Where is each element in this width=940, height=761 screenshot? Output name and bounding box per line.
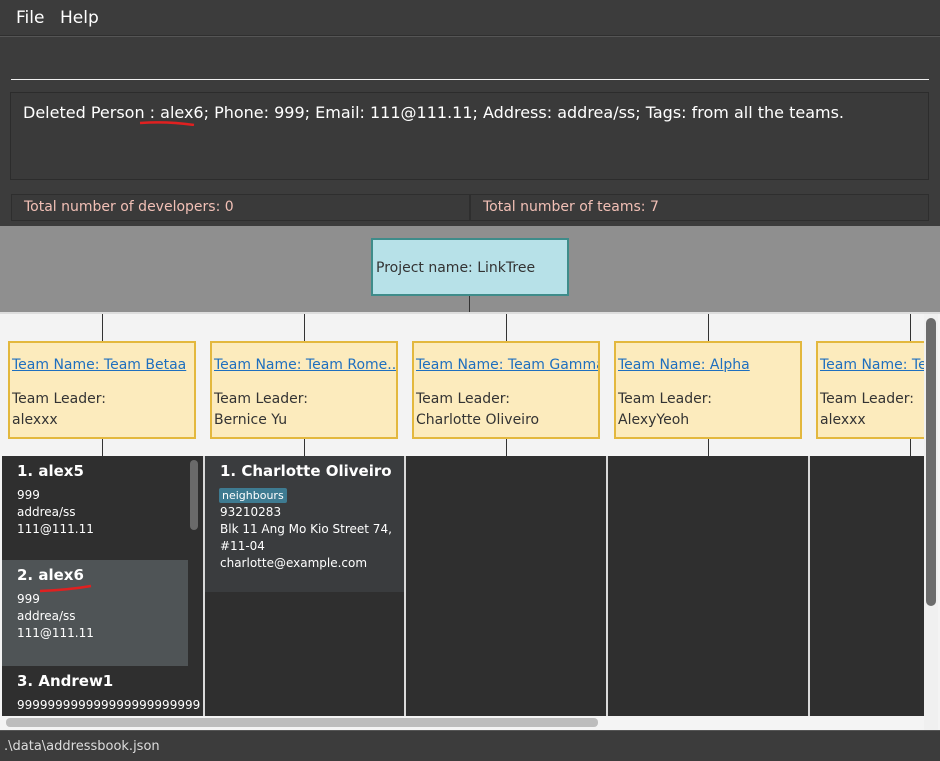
team-name-link[interactable]: Team Name: Alpha [618,357,750,373]
teams-panel: Team Name: Team Betaa Team Leader: alexx… [0,312,940,730]
team-leader: Charlotte Oliveiro [416,412,540,428]
person-name: 2. alex6 [17,566,84,584]
list-item[interactable]: 2. alex6 999 addrea/ss 111@111.11 [2,560,188,666]
developer-count-box: Total number of developers: 0 [11,194,470,221]
team-leader: Bernice Yu [214,412,288,428]
connector-line [910,314,911,341]
annotation-underline [139,121,195,126]
project-name: Project name: LinkTree [376,260,536,276]
result-display: Deleted Person : alex6; Phone: 999; Emai… [10,92,929,180]
team-count-box: Total number of teams: 7 [470,194,929,221]
team-card[interactable]: Team Name: Team Rome... Team Leader: Ber… [210,341,398,439]
person-name: 3. Andrew1 [17,672,114,690]
person-phone: 999999999999999999999999 [17,698,201,712]
list-item[interactable]: 1. Charlotte Oliveiro neighbours 9321028… [205,456,404,592]
member-list-column: 1. Charlotte Oliveiro neighbours 9321028… [205,456,406,716]
team-name-link[interactable]: Team Name: Te [820,357,924,373]
person-name: 1. alex5 [17,462,84,480]
team-leader-label: Team Leader: [12,391,106,407]
person-phone: 999 [17,488,40,502]
member-list-column [608,456,809,716]
team-leader-label: Team Leader: [618,391,712,407]
project-node[interactable]: Project name: LinkTree [371,238,569,296]
team-name-link[interactable]: Team Name: Team Betaa [12,357,186,373]
team-card[interactable]: Team Name: Team Gamma Team Leader: Charl… [412,341,600,439]
connector-line [102,439,103,456]
team-leader: AlexyYeoh [618,412,690,428]
connector-line [304,439,305,456]
team-card[interactable]: Team Name: Alpha Team Leader: AlexyYeoh [614,341,802,439]
team-name-link[interactable]: Team Name: Team Gamma [416,357,598,373]
team-leader-label: Team Leader: [214,391,308,407]
person-email: 111@111.11 [17,522,94,536]
member-list-column [810,456,924,716]
person-address-line2: #11-04 [220,539,265,553]
person-phone: 93210283 [220,505,282,519]
status-bar: .\data\addressbook.json [0,730,940,761]
connector-line [910,439,911,456]
connector-line [708,439,709,456]
horizontal-scrollbar[interactable] [6,718,598,727]
project-connector [469,296,470,312]
person-phone: 999 [17,592,40,606]
person-name: 1. Charlotte Oliveiro [220,462,392,480]
connector-line [304,314,305,341]
person-address: addrea/ss [17,609,76,623]
team-leader: alexxx [12,412,58,428]
team-name-link[interactable]: Team Name: Team Rome... [214,357,396,373]
vertical-scrollbar[interactable] [926,318,936,606]
team-leader-label: Team Leader: [820,391,914,407]
connector-line [506,314,507,341]
developer-count: Total number of developers: 0 [24,199,234,215]
member-list-column [406,456,607,716]
connector-line [102,314,103,341]
team-leader-label: Team Leader: [416,391,510,407]
team-card[interactable]: Team Name: Te Team Leader: alexxx [816,341,924,439]
team-count: Total number of teams: 7 [483,199,659,215]
annotation-underline [39,584,92,593]
menu-help[interactable]: Help [60,8,99,28]
menu-file[interactable]: File [16,8,44,28]
column-scrollbar[interactable] [190,460,198,530]
save-location: .\data\addressbook.json [4,739,160,754]
list-item[interactable]: 1. alex5 999 addrea/ss 111@111.11 [2,456,188,560]
command-input[interactable] [11,42,929,80]
person-address: Blk 11 Ang Mo Kio Street 74, [220,522,392,536]
person-address: addrea/ss [17,505,76,519]
person-email: 111@111.11 [17,626,94,640]
person-email: charlotte@example.com [220,556,368,570]
member-list-column: 1. alex5 999 addrea/ss 111@111.11 2. ale… [2,456,203,716]
team-leader: alexxx [820,412,866,428]
menu-bar: File Help [0,0,940,36]
connector-line [506,439,507,456]
list-item[interactable]: 3. Andrew1 999999999999999999999999 [2,666,200,716]
connector-line [708,314,709,341]
team-card[interactable]: Team Name: Team Betaa Team Leader: alexx… [8,341,196,439]
tag-badge: neighbours [219,488,287,503]
